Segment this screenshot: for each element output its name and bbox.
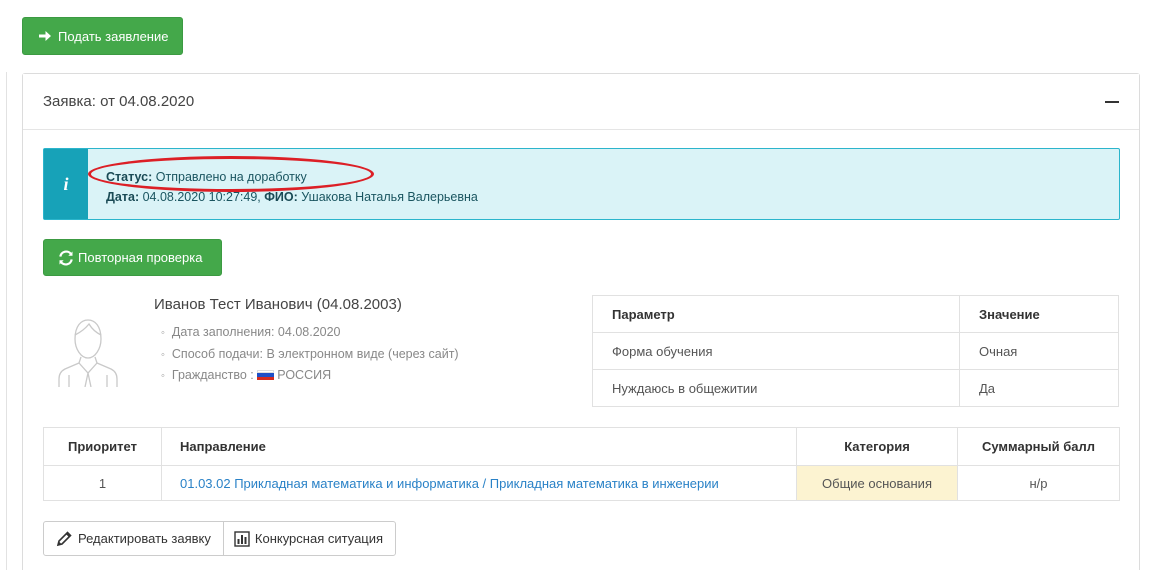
recheck-label: Повторная проверка [78, 250, 203, 265]
application-title: Заявка: от 04.08.2020 [43, 93, 195, 110]
submit-application-button[interactable]: Подать заявление [22, 17, 183, 55]
citizenship-value: РОССИЯ [277, 368, 332, 382]
value-cell: Очная [959, 332, 1119, 370]
priority-cell: 1 [43, 465, 162, 501]
category-cell: Общие основания [796, 465, 958, 501]
pencil-icon [56, 531, 72, 547]
submission-method-item: Способ подачи: В электронном виде (через… [161, 344, 459, 366]
value-cell: Да [959, 369, 1119, 407]
value-header: Значение [959, 295, 1119, 333]
fill-date-item: Дата заполнения: 04.08.2020 [161, 322, 459, 344]
edit-application-label: Редактировать заявку [78, 531, 211, 546]
parameters-table: Параметр Значение Форма обучения Очная Н… [592, 295, 1119, 407]
competition-situation-label: Конкурсная ситуация [254, 531, 384, 546]
table-row: Нуждаюсь в общежитии Да [592, 369, 1119, 407]
param-header: Параметр [592, 295, 960, 333]
status-alert: i Статус: Отправлено на доработку Дата: … [43, 148, 1120, 220]
table-row: 1 01.03.02 Прикладная математика и инфор… [43, 465, 1120, 501]
submit-application-label: Подать заявление [58, 28, 169, 44]
application-card: Заявка: от 04.08.2020 i Статус: Отправле… [22, 73, 1140, 570]
status-alert-text: Статус: Отправлено на доработку Дата: 04… [106, 167, 478, 207]
status-line: Статус: Отправлено на доработку [106, 170, 307, 184]
edit-application-button[interactable]: Редактировать заявку [44, 522, 223, 555]
citizenship-label: Гражданство : [171, 368, 254, 382]
competition-situation-button[interactable]: Конкурсная ситуация [222, 522, 395, 555]
russia-flag-icon [257, 370, 275, 380]
direction-link[interactable]: 01.03.02 Прикладная математика и информа… [180, 476, 719, 491]
avatar-icon [58, 319, 118, 387]
fio-label: ФИО [264, 190, 294, 204]
date-value: 04.08.2020 10:27:49 [142, 190, 258, 204]
table-header-row: Параметр Значение [592, 295, 1119, 333]
fio-value: Ушакова Наталья Валерьевна [301, 190, 478, 204]
collapse-minus-icon[interactable] [1105, 101, 1119, 103]
info-icon: i [63, 173, 69, 194]
application-actions: Редактировать заявку Конкурсная ситуация [43, 521, 397, 556]
param-cell: Форма обучения [592, 332, 960, 370]
applicant-info-list: Дата заполнения: 04.08.2020 Способ подач… [161, 322, 459, 387]
direction-cell: 01.03.02 Прикладная математика и информа… [161, 465, 797, 501]
param-cell: Нуждаюсь в общежитии [592, 369, 960, 407]
refresh-icon [59, 249, 73, 266]
application-card-header[interactable]: Заявка: от 04.08.2020 [23, 74, 1139, 130]
score-header: Суммарный балл [957, 427, 1120, 466]
priority-header: Приоритет [43, 427, 162, 466]
arrow-right-icon [39, 31, 51, 41]
bar-chart-icon [234, 530, 250, 547]
directions-table: Приоритет Направление Категория Суммарны… [43, 427, 1120, 501]
status-value: Отправлено на доработку [155, 170, 307, 184]
direction-header: Направление [161, 427, 797, 466]
category-header: Категория [796, 427, 958, 466]
date-line: Дата: 04.08.2020 10:27:49, ФИО: Ушакова … [106, 190, 478, 204]
page-left-border [6, 72, 7, 570]
citizenship-item: Гражданство : РОССИЯ [161, 365, 459, 387]
table-row: Форма обучения Очная [592, 332, 1119, 370]
applicant-name: Иванов Тест Иванович (04.08.2003) [154, 296, 402, 313]
recheck-button[interactable]: Повторная проверка [43, 239, 222, 276]
table-header-row: Приоритет Направление Категория Суммарны… [43, 427, 1120, 466]
info-icon-box: i [44, 149, 88, 219]
score-cell: н/р [957, 465, 1120, 501]
status-label: Статус [106, 170, 149, 184]
date-label: Дата [106, 190, 135, 204]
